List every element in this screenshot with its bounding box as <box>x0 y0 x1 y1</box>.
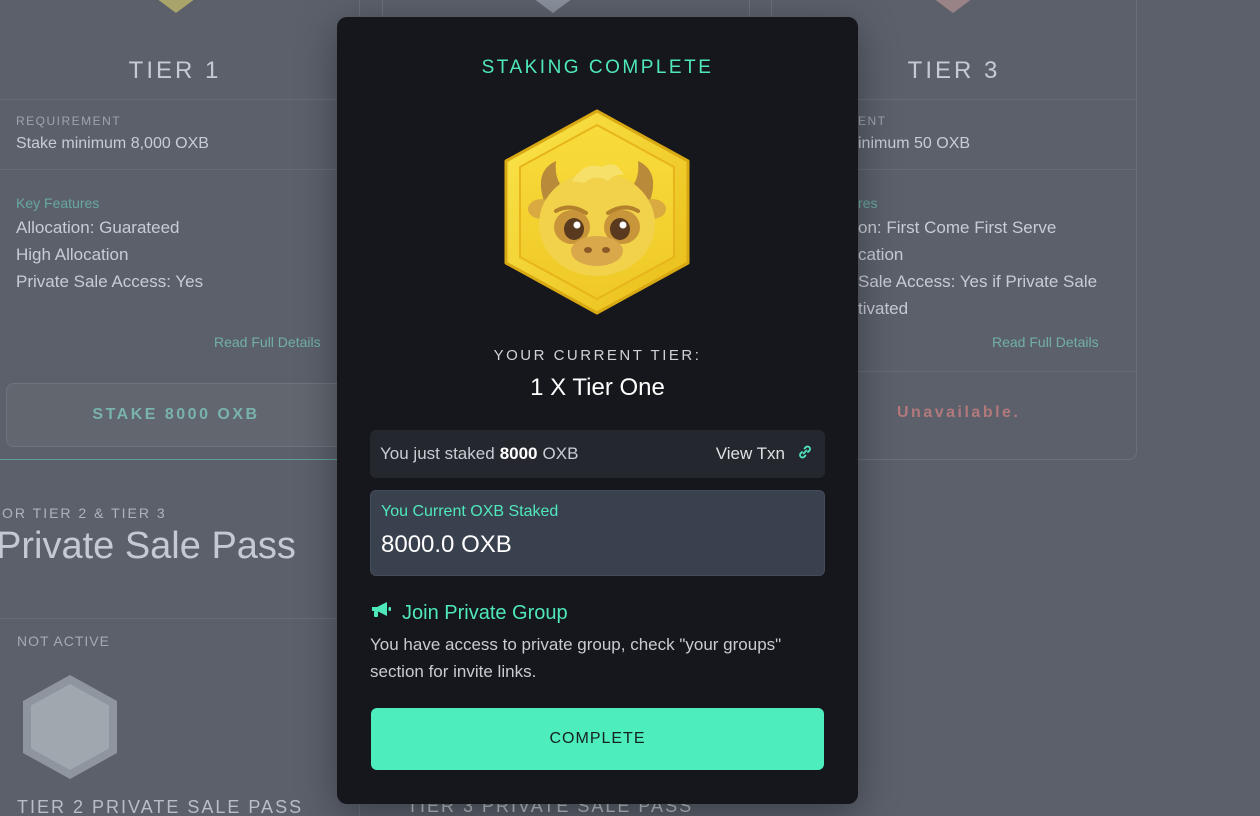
tier-2-badge-icon <box>503 0 603 13</box>
pass-section-title: Private Sale Pass <box>0 525 296 567</box>
join-private-group-label: Join Private Group <box>402 601 568 624</box>
feature-item: High Allocation <box>16 245 129 264</box>
current-staked-label: You Current OXB Staked <box>381 503 559 520</box>
link-icon <box>797 444 813 465</box>
staked-prefix: You just staked <box>380 444 495 463</box>
tier-1-card: TIER 1 REQUIREMENT Stake minimum 8,000 O… <box>0 0 360 460</box>
tier-one-bull-badge-icon <box>504 109 690 315</box>
staking-complete-modal: STAKING COMPLETE YOUR CURRENT TIER: 1 X … <box>337 17 858 804</box>
key-features-label: res <box>858 195 878 211</box>
megaphone-icon <box>370 601 392 625</box>
private-group-description: You have access to private group, check … <box>370 635 782 681</box>
modal-title: STAKING COMPLETE <box>481 57 714 78</box>
feature-item: on: First Come First Serve <box>858 218 1057 237</box>
divider <box>0 169 359 170</box>
staked-unit: OXB <box>542 444 579 463</box>
feature-item: Private Sale Access: Yes <box>16 272 204 291</box>
tier-2-pass-name: TIER 2 PRIVATE SALE PASS <box>17 797 304 816</box>
requirement-label: ENT <box>858 114 887 128</box>
read-full-details-link[interactable]: Read Full Details <box>992 334 1099 350</box>
feature-item: tivated <box>858 299 909 318</box>
stake-8000-button[interactable]: STAKE 8000 OXB <box>6 383 346 447</box>
divider <box>0 99 359 100</box>
pass-status: NOT ACTIVE <box>17 633 110 649</box>
feature-item: Sale Access: Yes if Private Sale <box>858 272 1098 291</box>
requirement-label: REQUIREMENT <box>16 114 122 128</box>
current-tier-value: 1 X Tier One <box>530 374 665 401</box>
requirement-value: inimum 50 OXB <box>858 135 971 152</box>
pass-section-subtitle: OR TIER 2 & TIER 3 <box>2 505 167 521</box>
key-features-label: Key Features <box>16 195 100 211</box>
requirement-value: Stake minimum 8,000 OXB <box>16 135 209 152</box>
view-txn-label: View Txn <box>715 444 785 463</box>
tier-3-badge-icon <box>903 0 1003 13</box>
staked-amount: 8000 <box>499 444 538 463</box>
read-full-details-link[interactable]: Read Full Details <box>214 334 321 350</box>
feature-item: cation <box>858 245 904 264</box>
current-tier-label: YOUR CURRENT TIER: <box>493 347 702 364</box>
tier-2-pass-card: NOT ACTIVE TIER 2 PRIVATE SALE PASS <box>0 618 360 816</box>
current-staked-box: You Current OXB Staked 8000.0 OXB <box>370 490 825 576</box>
staked-summary-row: You just staked 8000 OXB View Txn <box>370 430 825 478</box>
tier-1-badge-icon <box>126 0 226 13</box>
current-staked-value: 8000.0 OXB <box>381 531 512 558</box>
unavailable-status: Unavailable. <box>897 404 1021 421</box>
tier-1-title: TIER 1 <box>128 57 222 84</box>
join-private-group[interactable]: Join Private Group <box>370 601 568 625</box>
view-txn-link[interactable]: View Txn <box>716 444 813 465</box>
feature-item: Allocation: Guarateed <box>16 218 180 237</box>
complete-button[interactable]: COMPLETE <box>371 708 824 770</box>
